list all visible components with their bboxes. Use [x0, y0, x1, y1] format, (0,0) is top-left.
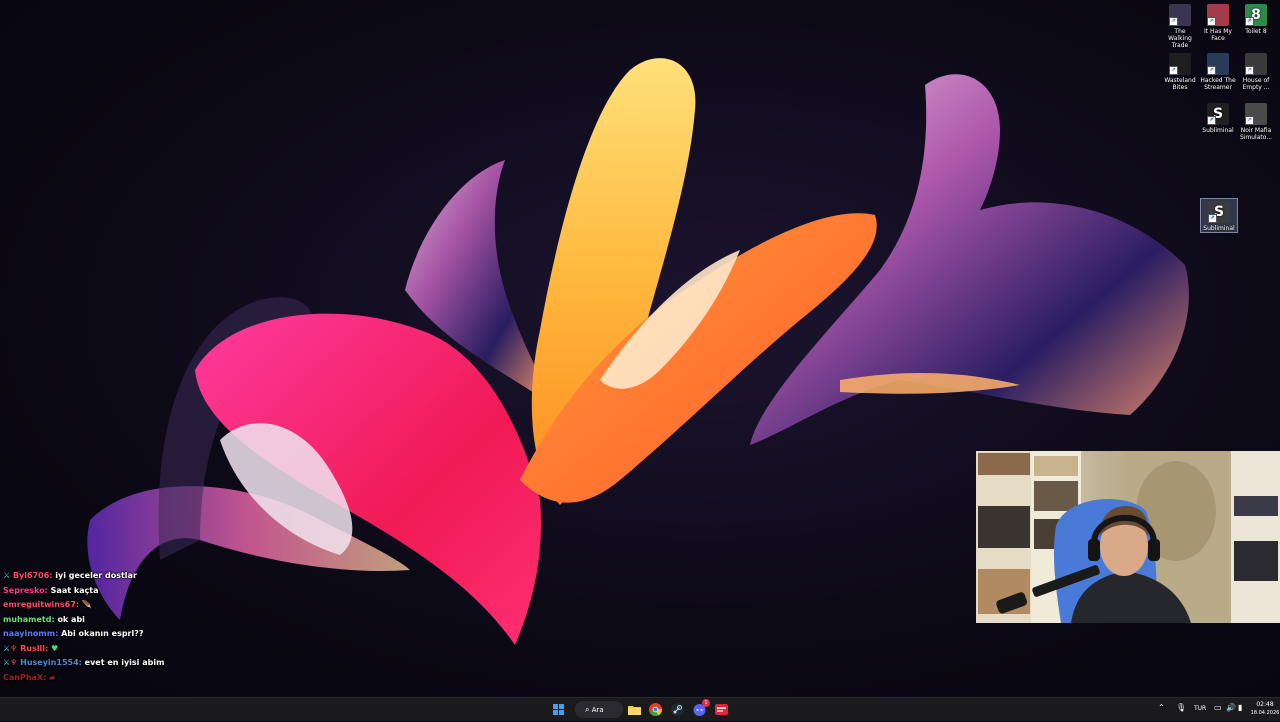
chat-text: evet en iyisi abim — [84, 658, 165, 667]
chat-message: naayinomm: Abi okanın esprl?? — [3, 627, 203, 642]
shortcut-arrow-icon: ↗ — [1207, 17, 1216, 26]
game-shortcut-icon: S ↗ — [1208, 201, 1230, 223]
search-icon: ⌕ — [585, 705, 590, 714]
heart-emote-icon: ♥ — [50, 643, 59, 653]
network-icon[interactable]: ▭ — [1214, 703, 1222, 712]
desktop-shortcut-label: It Has My Face — [1204, 28, 1232, 42]
windows-logo-icon — [553, 704, 564, 715]
clock-time: 02:48 — [1256, 701, 1274, 708]
chat-text: iyi geceler dostlar — [55, 571, 137, 580]
shortcut-arrow-icon: ↗ — [1169, 66, 1178, 75]
desktop-shortcut-label: Hacked The Streamer — [1200, 77, 1236, 91]
file-explorer-icon[interactable] — [626, 701, 643, 718]
shortcut-arrow-icon: ↗ — [1207, 116, 1216, 125]
shortcut-arrow-icon: ↗ — [1245, 17, 1254, 26]
chat-username: Huseyin1554: — [20, 658, 82, 667]
chat-username: Sepresko: — [3, 585, 48, 595]
shortcut-arrow-icon: ↗ — [1169, 17, 1178, 26]
search-label: Ara — [591, 706, 604, 714]
desktop-shortcut[interactable]: ↗ Hacked The Streamer — [1200, 53, 1236, 91]
desktop-shortcut[interactable]: ↗ Wasteland Bites — [1162, 53, 1198, 91]
desktop-shortcut[interactable]: ↗ It Has My Face — [1200, 4, 1236, 42]
chat-username: Ruslll: — [20, 643, 49, 653]
desktop-shortcut-label: Wasteland Bites — [1164, 77, 1196, 91]
notification-badge: 1 — [702, 699, 710, 707]
volume-icon[interactable]: 🔊 — [1226, 703, 1236, 712]
chat-text: Saat kaçta — [50, 585, 99, 595]
desktop-shortcut[interactable]: S ↗ Subliminal — [1200, 103, 1236, 134]
chat-message: ⚔♆ Ruslll: ♥ — [3, 642, 203, 657]
game-shortcut-icon: ↗ — [1169, 53, 1191, 75]
streaming-app-icon — [715, 704, 728, 715]
chrome-icon[interactable] — [647, 701, 664, 718]
desktop-shortcut[interactable]: ↗ Noir Mafia Simulato... — [1238, 103, 1274, 141]
chat-text: Abi okanın esprl?? — [61, 629, 144, 638]
game-shortcut-icon: ↗ — [1207, 4, 1229, 26]
chat-text: ok abi — [57, 614, 85, 624]
emote-icon: 🪶 — [81, 600, 92, 609]
badge-icon: ♆ — [10, 643, 18, 653]
chat-username: Byl6706: — [12, 571, 53, 580]
webcam-overlay — [976, 451, 1280, 623]
desktop-shortcut-label: House of Empty ... — [1242, 77, 1270, 91]
desktop-shortcut[interactable]: 8 ↗ Toilet 8 — [1238, 4, 1274, 35]
desktop-shortcut-selected[interactable]: S ↗ Subliminal — [1200, 198, 1238, 233]
battery-icon[interactable]: ▮ — [1238, 703, 1242, 712]
shortcut-arrow-icon: ↗ — [1245, 116, 1254, 125]
taskbar-search[interactable]: ⌕ Ara — [575, 701, 623, 718]
desktop-shortcut-label: Subliminal — [1203, 225, 1235, 232]
start-button[interactable] — [550, 701, 567, 718]
chat-message: CanPhaX: ▰ — [3, 671, 203, 686]
desktop-shortcut-label: Noir Mafia Simulato... — [1239, 127, 1273, 141]
desktop-shortcut-label: Toilet 8 — [1245, 28, 1267, 35]
chevron-up-icon[interactable]: ⌃ — [1158, 703, 1165, 712]
chat-username: muhametd: — [3, 614, 55, 624]
chat-username: CanPhaX: — [3, 672, 47, 682]
clock-date: 18.04.2026 — [1250, 710, 1280, 716]
game-shortcut-icon: ↗ — [1207, 53, 1229, 75]
game-shortcut-icon: ↗ — [1245, 103, 1267, 125]
shortcut-arrow-icon: ↗ — [1207, 66, 1216, 75]
game-shortcut-icon: ↗ — [1245, 53, 1267, 75]
desktop-shortcut-label: Subliminal — [1202, 127, 1234, 134]
clock[interactable]: 02:48 18.04.2026 — [1250, 700, 1280, 718]
shortcut-arrow-icon: ↗ — [1245, 66, 1254, 75]
taskbar: ⌕ Ara 1 ⌃ 🎙 TUR ▭ 🔊 ▮ 02:48 18.04.2026 — [0, 697, 1280, 721]
chat-message: Sepresko: Saat kaçta — [3, 584, 203, 599]
microphone-icon[interactable]: 🎙 — [1176, 703, 1186, 712]
game-shortcut-icon: S ↗ — [1207, 103, 1229, 125]
chrome-icon — [649, 703, 663, 716]
game-shortcut-icon: ↗ — [1169, 4, 1191, 26]
desktop-shortcut-label: The Walking Trade — [1168, 28, 1192, 49]
chat-username: emreguitwins67: — [3, 600, 80, 609]
system-tray: ⌃ 🎙 TUR ▭ 🔊 ▮ 02:48 18.04.2026 — [1150, 698, 1280, 721]
desktop-shortcut[interactable]: ↗ The Walking Trade — [1162, 4, 1198, 49]
chat-message: emreguitwins67: 🪶 — [3, 598, 203, 613]
chat-username: naayinomm: — [3, 629, 59, 638]
chat-message: muhametd: ok abi — [3, 613, 203, 628]
desktop-shortcut[interactable]: ↗ House of Empty ... — [1238, 53, 1274, 91]
badge-icon: ♆ — [10, 658, 18, 667]
chat-message: ⚔♆ Huseyin1554: evet en iyisi abim — [3, 656, 203, 671]
sword-icon: ⚔ — [3, 571, 11, 580]
steam-icon[interactable] — [669, 701, 686, 718]
file-explorer-icon — [628, 706, 641, 715]
chat-message: ⚔ Byl6706: iyi geceler dostlar — [3, 569, 203, 584]
language-indicator[interactable]: TUR — [1194, 705, 1206, 712]
streaming-app-icon[interactable] — [713, 701, 730, 718]
emote-icon: ▰ — [49, 672, 56, 682]
discord-icon[interactable]: 1 — [691, 699, 710, 718]
stream-chat-overlay: ⚔ Byl6706: iyi geceler dostlar Sepresko:… — [3, 569, 203, 685]
shortcut-arrow-icon: ↗ — [1208, 214, 1217, 223]
steam-icon — [671, 703, 684, 716]
game-shortcut-icon: 8 ↗ — [1245, 4, 1267, 26]
webcam-scene — [976, 451, 1280, 623]
